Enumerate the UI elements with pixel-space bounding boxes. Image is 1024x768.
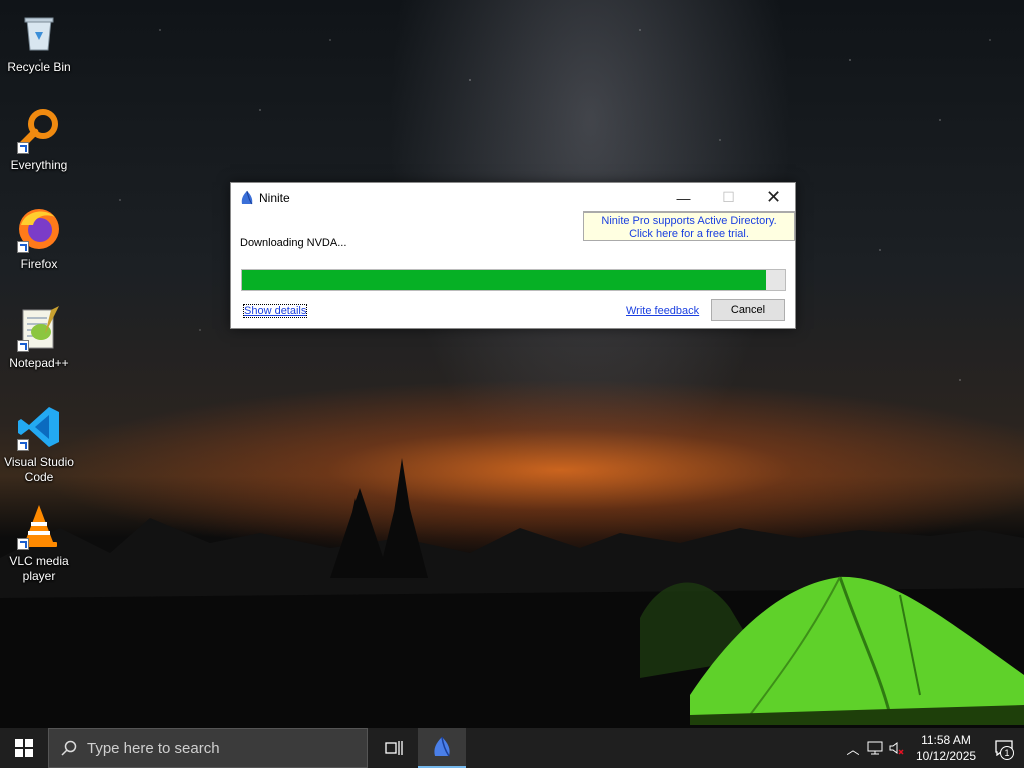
notepad-plus-plus-icon (15, 304, 63, 352)
clock-time: 11:58 AM (921, 733, 971, 747)
ninite-window: Ninite — ☐ ✕ Ninite Pro supports Active … (230, 182, 796, 329)
clock[interactable]: 11:58 AM 10/12/2025 (908, 732, 984, 764)
everything-search-icon (15, 106, 63, 154)
ninite-icon (434, 736, 450, 757)
shortcut-arrow-icon (17, 439, 29, 451)
progress-fill (242, 270, 766, 290)
task-view-button[interactable] (370, 728, 418, 768)
clock-date: 10/12/2025 (916, 749, 977, 763)
shortcut-arrow-icon (17, 340, 29, 352)
desktop-icon-label: Notepad++ (9, 356, 69, 370)
desktop-icon-label: VLC media player (9, 554, 69, 583)
desktop-icon-label: Recycle Bin (7, 60, 71, 74)
show-details-link[interactable]: Show details (242, 304, 308, 318)
window-title: Ninite (259, 191, 290, 205)
action-center-button[interactable]: 1 (984, 728, 1024, 768)
firefox-icon (15, 205, 63, 253)
desktop-icon-firefox[interactable]: Firefox (4, 205, 74, 272)
tent-image (690, 576, 1024, 725)
ninite-icon (239, 190, 255, 206)
download-status: Downloading NVDA... (240, 237, 347, 249)
desktop-icon-notepad-plus-plus[interactable]: Notepad++ (4, 304, 74, 371)
cancel-button[interactable]: Cancel (711, 299, 785, 321)
minimize-button[interactable]: — (661, 183, 706, 212)
vscode-icon (15, 403, 63, 451)
system-tray: ︿ 11:58 AM 10/12/2025 1 (842, 728, 1024, 768)
search-placeholder: Type here to search (87, 739, 220, 757)
taskbar-search-box[interactable]: Type here to search (48, 728, 368, 768)
search-icon (61, 740, 77, 756)
chevron-up-icon[interactable]: ︿ (842, 728, 864, 768)
ninite-pro-promo[interactable]: Ninite Pro supports Active Directory. Cl… (583, 211, 795, 241)
windows-logo-icon (15, 739, 33, 757)
task-view-icon (385, 741, 403, 755)
shortcut-arrow-icon (17, 538, 29, 550)
promo-line-2: Click here for a free trial. (629, 228, 749, 240)
maximize-button[interactable]: ☐ (706, 183, 751, 212)
promo-line-1: Ninite Pro supports Active Directory. (601, 215, 777, 227)
taskbar: Type here to search ︿ 11:58 AM 10/12/202… (0, 728, 1024, 768)
shortcut-arrow-icon (17, 142, 29, 154)
vlc-icon (15, 502, 63, 550)
desktop-icon-everything[interactable]: Everything (4, 106, 74, 173)
notification-count-badge: 1 (1000, 746, 1014, 760)
taskbar-ninite-button[interactable] (418, 728, 466, 768)
desktop-icon-label: Firefox (20, 257, 58, 271)
desktop-icon-vlc[interactable]: VLC media player (4, 502, 74, 584)
network-icon[interactable] (864, 728, 886, 768)
desktop-icon-recycle-bin[interactable]: Recycle Bin (4, 8, 74, 75)
desktop-icon-vscode[interactable]: Visual Studio Code (4, 403, 74, 485)
start-button[interactable] (0, 728, 48, 768)
volume-muted-icon[interactable] (886, 728, 908, 768)
close-button[interactable]: ✕ (751, 183, 796, 212)
download-progress-bar (241, 269, 786, 291)
title-bar[interactable]: Ninite — ☐ ✕ (231, 183, 795, 213)
desktop-icon-label: Everything (10, 158, 68, 172)
shortcut-arrow-icon (17, 241, 29, 253)
recycle-bin-icon (15, 8, 63, 56)
write-feedback-link[interactable]: Write feedback (626, 305, 699, 317)
desktop-icon-label: Visual Studio Code (4, 455, 74, 484)
